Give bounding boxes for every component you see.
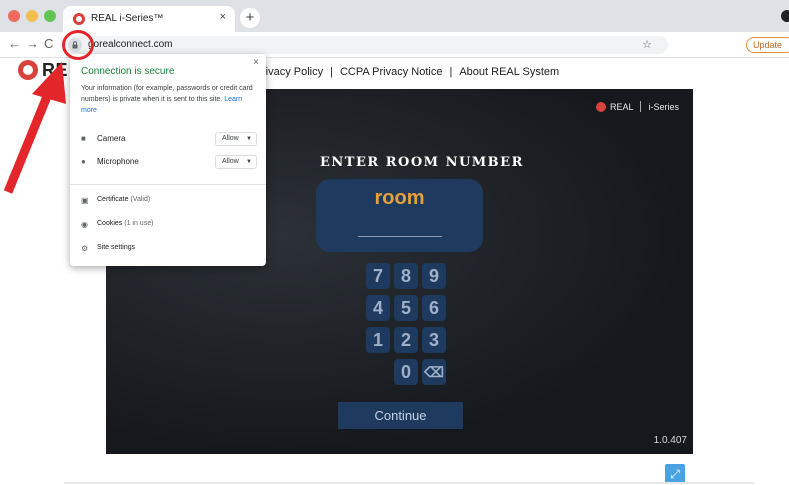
room-heading: ENTER ROOM NUMBER xyxy=(320,155,524,170)
cookie-icon: ◉ xyxy=(81,220,88,229)
continue-button[interactable]: Continue xyxy=(338,402,463,429)
page-divider xyxy=(64,482,754,484)
microphone-permission-value: Allow xyxy=(222,158,239,165)
reload-button[interactable]: C xyxy=(44,36,53,52)
connection-description: Your information (for example, passwords… xyxy=(81,83,259,116)
app-version: 1.0.407 xyxy=(653,435,687,446)
camera-icon: ■ xyxy=(81,134,86,143)
popup-divider xyxy=(70,184,266,185)
key-9[interactable]: 9 xyxy=(422,263,446,289)
camera-permission-value: Allow xyxy=(222,135,239,142)
backspace-icon[interactable]: ⌫ xyxy=(422,359,446,385)
site-brand[interactable]: RE xyxy=(42,60,68,81)
cookies-row[interactable]: ◉ Cookies (1 in use) xyxy=(81,218,257,234)
minimize-window-button[interactable] xyxy=(26,10,38,22)
tab-close-icon[interactable]: × xyxy=(220,11,226,23)
fullscreen-icon[interactable]: ⤢ xyxy=(665,464,685,484)
about-real-link[interactable]: About REAL System xyxy=(459,66,559,78)
app-brand-series: i-Series xyxy=(648,101,679,112)
back-button[interactable]: ← xyxy=(8,36,21,52)
nav-separator: | xyxy=(330,66,333,78)
popup-close-icon[interactable]: × xyxy=(253,57,259,68)
browser-window: REAL i-Series™ × + ← → C gorealconnect.c… xyxy=(0,0,789,485)
key-4[interactable]: 4 xyxy=(366,295,390,321)
maximize-window-button[interactable] xyxy=(44,10,56,22)
camera-permission-select[interactable]: Allow ▼ xyxy=(215,132,257,146)
certificate-icon: ▣ xyxy=(81,196,89,205)
site-nav: rivacy Policy | CCPA Privacy Notice | About … xyxy=(262,66,559,78)
key-1[interactable]: 1 xyxy=(366,327,390,353)
ccpa-notice-link[interactable]: CCPA Privacy Notice xyxy=(340,66,443,78)
new-tab-button[interactable]: + xyxy=(240,8,260,28)
nav-separator: | xyxy=(449,66,453,78)
connection-secure-title: Connection is secure xyxy=(81,66,175,77)
browser-tab[interactable]: REAL i-Series™ × xyxy=(63,6,235,32)
site-settings-row[interactable]: ⚙ Site settings xyxy=(81,242,257,258)
site-info-popup: × Connection is secure Your information … xyxy=(70,54,266,266)
chevron-down-icon: ▼ xyxy=(246,136,252,142)
brand-divider xyxy=(640,101,642,112)
site-settings-label: Site settings xyxy=(97,244,136,251)
annotation-circle xyxy=(62,30,94,60)
certificate-row[interactable]: ▣ Certificate (Valid) xyxy=(81,194,257,210)
gear-icon: ⚙ xyxy=(81,244,89,253)
cookies-label: Cookies (1 in use) xyxy=(97,220,154,227)
forward-button[interactable]: → xyxy=(26,36,39,52)
microphone-permission-row: ● Microphone Allow ▼ xyxy=(81,155,257,171)
address-bar[interactable]: gorealconnect.com ☆ xyxy=(64,36,668,54)
key-8[interactable]: 8 xyxy=(394,263,418,289)
chevron-down-icon: ▼ xyxy=(246,159,252,165)
profile-icon[interactable] xyxy=(781,10,789,22)
microphone-permission-select[interactable]: Allow ▼ xyxy=(215,155,257,169)
key-2[interactable]: 2 xyxy=(394,327,418,353)
app-brand-text: REAL xyxy=(609,101,634,112)
key-7[interactable]: 7 xyxy=(366,263,390,289)
room-underline xyxy=(358,236,442,237)
key-3[interactable]: 3 xyxy=(422,327,446,353)
app-brand: REAL i-Series xyxy=(595,101,679,112)
certificate-label: Certificate (Valid) xyxy=(97,196,151,203)
bookmark-star-icon[interactable]: ☆ xyxy=(642,38,652,51)
url-text[interactable]: gorealconnect.com xyxy=(88,39,173,50)
key-6[interactable]: 6 xyxy=(422,295,446,321)
close-window-button[interactable] xyxy=(8,10,20,22)
room-value: room xyxy=(374,187,425,209)
real-logo-icon xyxy=(595,101,606,112)
room-input[interactable]: room xyxy=(316,179,483,252)
tab-bar: REAL i-Series™ × + xyxy=(0,0,789,32)
microphone-icon: ● xyxy=(81,157,86,166)
tab-title: REAL i-Series™ xyxy=(91,13,164,24)
key-5[interactable]: 5 xyxy=(394,295,418,321)
privacy-policy-link[interactable]: rivacy Policy xyxy=(262,66,323,78)
camera-permission-row: ■ Camera Allow ▼ xyxy=(81,132,257,148)
real-favicon-icon xyxy=(73,13,85,25)
update-button[interactable]: Update xyxy=(746,37,789,53)
site-logo-icon[interactable] xyxy=(18,60,38,80)
microphone-label: Microphone xyxy=(97,157,139,166)
key-0[interactable]: 0 xyxy=(394,359,418,385)
camera-label: Camera xyxy=(97,134,126,143)
